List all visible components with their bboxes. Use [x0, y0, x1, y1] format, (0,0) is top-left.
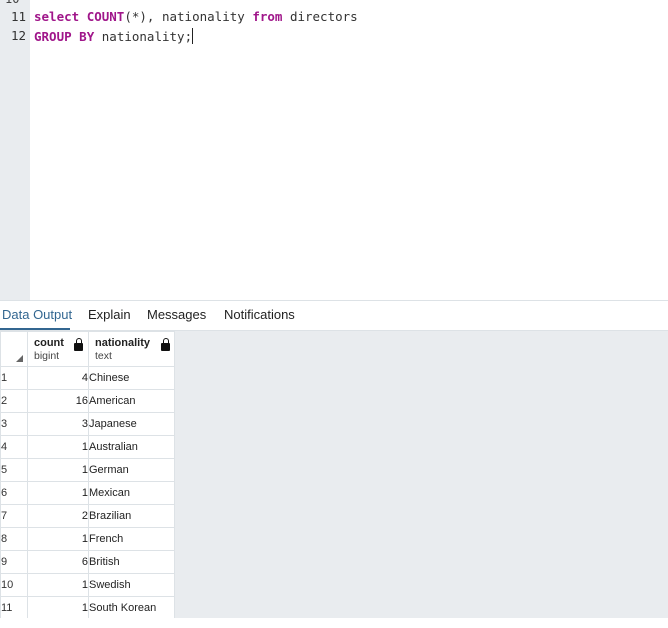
sql-keyword: GROUP	[34, 29, 72, 44]
table-row[interactable]: 2 16 American	[0, 389, 175, 413]
table-row[interactable]: 1 4 Chinese	[0, 366, 175, 390]
cell-count[interactable]: 4	[27, 366, 89, 390]
table-row[interactable]: 3 3 Japanese	[0, 412, 175, 436]
table-row[interactable]: 7 2 Brazilian	[0, 504, 175, 528]
query-editor[interactable]: 10 11 12 select COUNT(*), nationality fr…	[0, 0, 668, 300]
sql-keyword: from	[252, 9, 283, 24]
tab-notifications[interactable]: Notifications	[224, 307, 295, 322]
sql-keyword: COUNT	[86, 9, 125, 24]
cell-nationality[interactable]: Australian	[88, 435, 175, 459]
cell-nationality[interactable]: Brazilian	[88, 504, 175, 528]
row-number[interactable]: 6	[0, 481, 28, 505]
cell-nationality[interactable]: Mexican	[88, 481, 175, 505]
row-number[interactable]: 7	[0, 504, 28, 528]
tab-data-output[interactable]: Data Output	[2, 307, 72, 322]
table-row[interactable]: 10 1 Swedish	[0, 573, 175, 597]
sql-keyword: BY	[79, 29, 95, 44]
line-number: 11	[10, 9, 26, 24]
row-number[interactable]: 3	[0, 412, 28, 436]
sql-keyword: select	[34, 9, 80, 24]
table-row[interactable]: 5 1 German	[0, 458, 175, 482]
column-header-nationality[interactable]: nationality text	[88, 331, 175, 367]
table-row[interactable]: 6 1 Mexican	[0, 481, 175, 505]
select-all-corner[interactable]	[0, 331, 28, 367]
data-output-grid: count bigint nationality text 1 4 Chinese 2…	[0, 331, 668, 620]
cell-count[interactable]: 16	[27, 389, 89, 413]
cell-nationality[interactable]: Japanese	[88, 412, 175, 436]
active-tab-indicator	[0, 328, 70, 330]
code-line[interactable]: select COUNT(*), nationality from direct…	[34, 9, 358, 24]
cell-nationality[interactable]: Chinese	[88, 366, 175, 390]
sql-token: )	[139, 9, 147, 24]
row-number[interactable]: 2	[0, 389, 28, 413]
lock-icon	[74, 338, 83, 351]
row-number[interactable]: 9	[0, 550, 28, 574]
column-type: bigint	[34, 350, 60, 362]
table-row[interactable]: 9 6 British	[0, 550, 175, 574]
cell-count[interactable]: 1	[27, 573, 89, 597]
cell-nationality[interactable]: Swedish	[88, 573, 175, 597]
table-row[interactable]: 4 1 Australian	[0, 435, 175, 459]
line-number-gutter: 10 11 12	[0, 0, 30, 300]
code-line[interactable]: GROUP BY nationality;	[34, 28, 194, 44]
sql-token: nationality	[101, 29, 185, 44]
row-number[interactable]: 8	[0, 527, 28, 551]
cell-count[interactable]: 6	[27, 550, 89, 574]
cell-count[interactable]: 3	[27, 412, 89, 436]
lock-icon	[161, 338, 170, 351]
column-name: nationality	[95, 337, 151, 349]
row-number[interactable]: 4	[0, 435, 28, 459]
cell-nationality[interactable]: British	[88, 550, 175, 574]
column-header-count[interactable]: count bigint	[27, 331, 89, 367]
row-number[interactable]: 11	[0, 596, 28, 620]
table-row[interactable]: 8 1 French	[0, 527, 175, 551]
cell-count[interactable]: 1	[27, 527, 89, 551]
result-table: count bigint nationality text 1 4 Chinese 2…	[0, 331, 175, 620]
partial-line-number: 10	[0, 0, 30, 4]
header-row: count bigint nationality text	[0, 331, 175, 367]
table-row[interactable]: 11 1 South Korean	[0, 596, 175, 620]
tab-explain[interactable]: Explain	[88, 307, 131, 322]
cell-nationality[interactable]: German	[88, 458, 175, 482]
result-tabs: Data Output Explain Messages Notificatio…	[0, 301, 668, 331]
cell-nationality[interactable]: South Korean	[88, 596, 175, 620]
row-number[interactable]: 10	[0, 573, 28, 597]
tab-messages[interactable]: Messages	[147, 307, 206, 322]
sql-token: ;	[184, 29, 193, 44]
text-cursor	[192, 28, 194, 44]
column-name: count	[34, 337, 64, 349]
status-strip	[0, 618, 668, 628]
cell-count[interactable]: 1	[27, 458, 89, 482]
cell-count[interactable]: 1	[27, 435, 89, 459]
cell-nationality[interactable]: American	[88, 389, 175, 413]
cell-count[interactable]: 1	[27, 481, 89, 505]
row-number[interactable]: 1	[0, 366, 28, 390]
row-number[interactable]: 5	[0, 458, 28, 482]
cell-count[interactable]: 1	[27, 596, 89, 620]
line-number: 12	[10, 28, 26, 43]
sort-triangle-icon	[16, 355, 23, 362]
sql-token: (	[124, 9, 132, 24]
column-type: text	[95, 350, 112, 362]
cell-count[interactable]: 2	[27, 504, 89, 528]
sql-token: directors	[289, 9, 358, 24]
sql-token: nationality	[161, 9, 245, 24]
cell-nationality[interactable]: French	[88, 527, 175, 551]
